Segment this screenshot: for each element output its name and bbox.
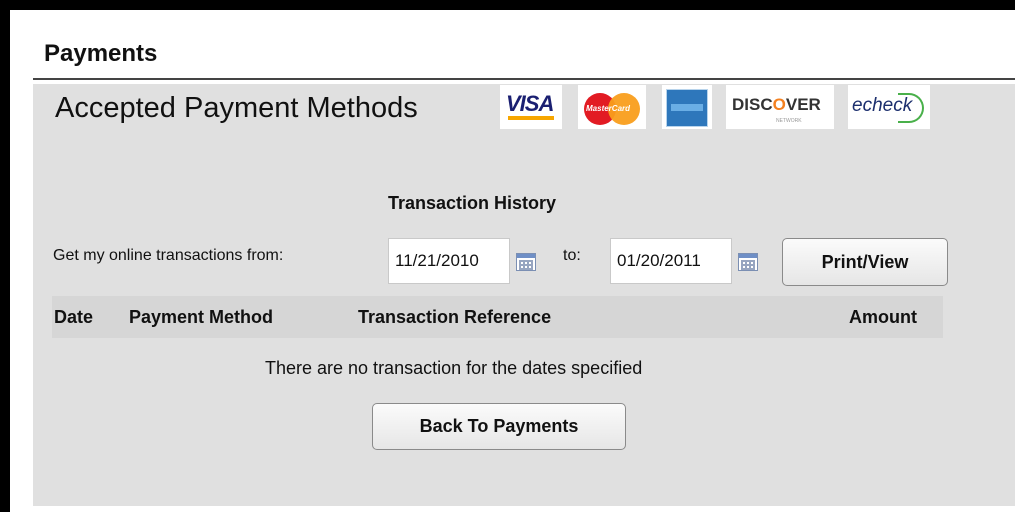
mastercard-logo-text: MasterCard — [586, 104, 631, 113]
window-border-left — [0, 0, 10, 512]
column-header-payment-method: Payment Method — [129, 307, 274, 327]
calendar-icon[interactable] — [516, 253, 536, 271]
echeck-logo-text: echeck — [852, 95, 913, 116]
amex-logo — [662, 85, 712, 129]
column-header-date: Date — [54, 307, 94, 327]
from-date-label: Get my online transactions from: — [53, 247, 284, 264]
column-header-transaction-reference: Transaction Reference — [358, 307, 552, 327]
mastercard-logo: MasterCard — [578, 85, 646, 129]
from-date-field[interactable] — [388, 238, 510, 284]
accepted-methods-title: Accepted Payment Methods — [55, 92, 418, 124]
visa-logo-stripe — [508, 116, 554, 120]
to-date-label: to: — [563, 247, 581, 264]
column-header-amount: Amount — [849, 307, 917, 327]
echeck-logo: echeck — [848, 85, 930, 129]
panel-title: Payments — [44, 40, 158, 67]
content-bottom-edge — [33, 506, 1015, 512]
to-date-field[interactable] — [610, 238, 732, 284]
amex-logo-band — [671, 104, 703, 111]
title-divider — [33, 78, 1015, 80]
print-view-button[interactable]: Print/View — [782, 238, 948, 286]
transaction-history-title: Transaction History — [388, 193, 557, 213]
discover-logo-text: DISCOVER — [732, 95, 821, 114]
transactions-table-header: Date Payment Method Transaction Referenc… — [52, 296, 943, 338]
visa-logo: VISA — [500, 85, 562, 129]
payments-window: Payments Accepted Payment Methods VISA M… — [0, 0, 1015, 512]
empty-transactions-message: There are no transaction for the dates s… — [265, 358, 643, 378]
back-to-payments-button[interactable]: Back To Payments — [372, 403, 626, 450]
discover-logo: DISCOVER NETWORK — [726, 85, 834, 129]
window-border-top — [0, 0, 1015, 10]
calendar-icon[interactable] — [738, 253, 758, 271]
visa-logo-text: VISA — [506, 91, 554, 116]
discover-logo-network: NETWORK — [776, 118, 802, 124]
